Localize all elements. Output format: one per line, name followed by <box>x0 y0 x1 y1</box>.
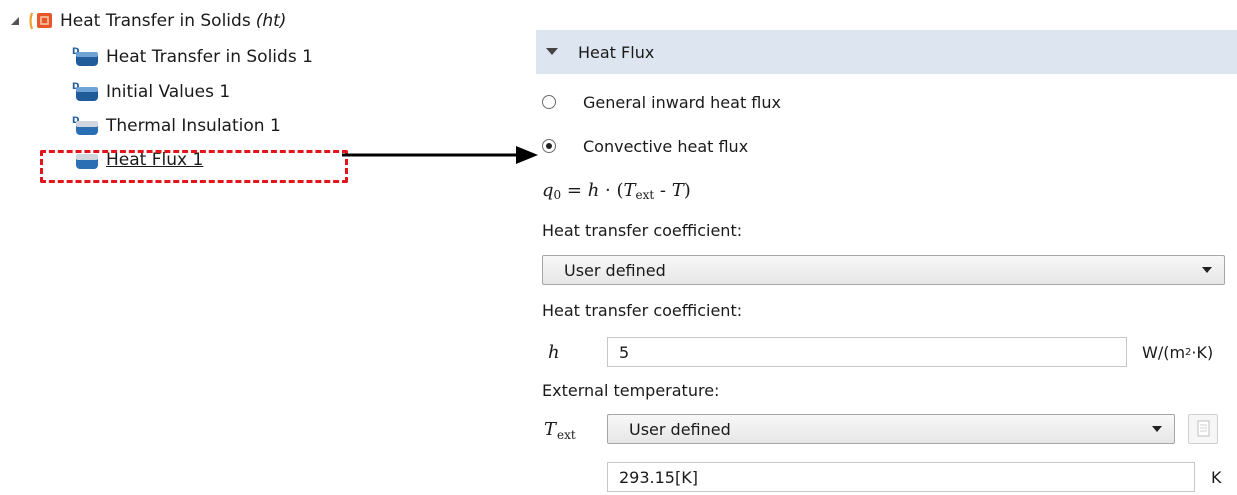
h-symbol: h <box>548 337 560 367</box>
section-header-heat-flux[interactable]: Heat Flux <box>536 30 1237 74</box>
h-unit-prefix: W/(m <box>1142 342 1186 362</box>
t-ext-select[interactable]: User defined <box>607 414 1175 444</box>
document-icon <box>1197 420 1210 437</box>
external-temperature-label: External temperature: <box>542 380 720 400</box>
equation-t: T <box>623 179 636 201</box>
radio-convective-heat-flux[interactable]: Convective heat flux <box>542 134 748 158</box>
domain-node-icon: D <box>72 46 106 68</box>
t-unit: K <box>1211 462 1222 492</box>
tree-item-label: Initial Values 1 <box>106 82 231 102</box>
collapse-triangle-icon[interactable] <box>546 48 558 56</box>
radio-label: General inward heat flux <box>583 92 781 112</box>
tree-root-tag: (ht) <box>255 11 287 31</box>
pointer-arrow <box>342 146 538 164</box>
equation-equals: = <box>561 179 588 201</box>
equation-lhs: q <box>542 179 554 201</box>
equation-t-sub: ext <box>635 188 655 202</box>
boundary-node-icon <box>72 149 106 171</box>
tree-item-heat-flux-1[interactable]: Heat Flux 1 <box>72 147 203 173</box>
chevron-down-icon[interactable] <box>1152 426 1164 432</box>
radio-button[interactable] <box>542 95 556 109</box>
expand-toggle-icon[interactable] <box>6 12 24 30</box>
radio-button-checked[interactable] <box>542 139 556 153</box>
equation-h: h <box>587 179 600 201</box>
htc-select-value: User defined <box>564 260 666 280</box>
tree-item-initial-values-1[interactable]: D Initial Values 1 <box>72 79 230 105</box>
heat-flux-equation: q 0 = h · ( T ext - T ) <box>542 175 691 205</box>
t-symbol-sub: ext <box>557 428 576 442</box>
t-symbol-text: T <box>544 418 557 440</box>
t-ext-select-value: User defined <box>629 419 731 439</box>
domain-node-icon: D <box>72 81 106 103</box>
tree-root-label: Heat Transfer in Solids <box>60 11 251 31</box>
t-ext-symbol: T ext <box>544 414 576 444</box>
h-symbol-text: h <box>548 341 560 363</box>
equation-dot: · ( <box>599 179 624 201</box>
h-unit: W/(m 2 ·K) <box>1142 337 1213 367</box>
boundary-default-node-icon: D <box>72 115 106 137</box>
tree-item-thermal-insulation-1[interactable]: D Thermal Insulation 1 <box>72 113 281 139</box>
htc-label-1: Heat transfer coefficient: <box>542 220 743 240</box>
equation-close-paren: ) <box>683 179 691 201</box>
tree-item-heat-transfer-in-solids-1[interactable]: D Heat Transfer in Solids 1 <box>72 44 313 70</box>
htc-select[interactable]: User defined <box>542 255 1225 285</box>
tree-item-label: Thermal Insulation 1 <box>106 116 281 136</box>
go-to-source-button[interactable] <box>1188 414 1218 444</box>
h-unit-suffix: ·K) <box>1191 342 1214 362</box>
tree-root-heat-transfer[interactable]: Heat Transfer in Solids (ht) <box>6 8 286 34</box>
t-ext-value-input[interactable]: 293.15[K] <box>607 462 1195 492</box>
tree-item-label: Heat Transfer in Solids 1 <box>106 47 313 67</box>
t-unit-text: K <box>1211 467 1222 487</box>
t-ext-value-text: 293.15[K] <box>619 467 698 487</box>
equation-t2: T <box>671 179 684 201</box>
section-title: Heat Flux <box>578 42 655 62</box>
htc-label-2: Heat transfer coefficient: <box>542 300 743 320</box>
radio-label: Convective heat flux <box>583 136 749 156</box>
equation-lhs-sub: 0 <box>553 188 562 202</box>
radio-general-inward-heat-flux[interactable]: General inward heat flux <box>542 90 781 114</box>
h-value-input[interactable]: 5 <box>607 337 1127 367</box>
h-value-text: 5 <box>619 342 630 362</box>
tree-item-label: Heat Flux 1 <box>106 150 204 170</box>
physics-interface-icon <box>28 11 54 31</box>
equation-minus: - <box>654 179 672 201</box>
chevron-down-icon[interactable] <box>1202 267 1214 273</box>
